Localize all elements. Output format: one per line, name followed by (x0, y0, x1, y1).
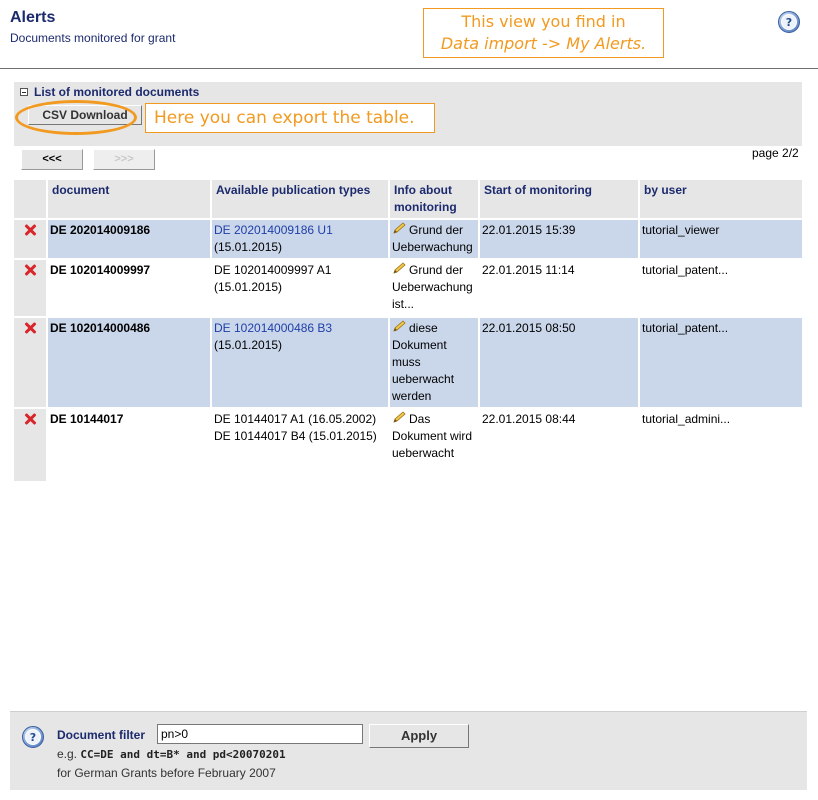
delete-cell (14, 218, 46, 258)
publication-text: DE 102014009997 A1 (214, 263, 332, 277)
previous-page-button[interactable]: <<< (21, 149, 83, 170)
document-filter-bar: ? Document filter Apply e.g. CC=DE and d… (10, 711, 807, 790)
csv-download-button[interactable]: CSV Download (28, 105, 142, 125)
delete-icon[interactable] (24, 322, 36, 334)
panel-title-label: List of monitored documents (34, 85, 200, 99)
header-start[interactable]: Start of monitoring (478, 180, 638, 218)
publication-cell: DE 102014000486 B3 (15.01.2015) (210, 316, 388, 407)
publication-date: (15.01.2015) (214, 338, 283, 352)
document-cell: DE 102014009997 (46, 258, 210, 316)
user-cell: tutorial_patent... (638, 258, 802, 316)
publication-date: (15.01.2015) (214, 240, 283, 254)
table-row: DE 202014009186 DE 202014009186 U1 (15.01… (14, 218, 802, 258)
header-document[interactable]: document (46, 180, 210, 218)
header-user[interactable]: by user (638, 180, 802, 218)
help-icon[interactable]: ? (778, 11, 800, 33)
table-row: DE 10144017 DE 10144017 A1 (16.05.2002) D… (14, 407, 802, 481)
delete-icon[interactable] (24, 264, 36, 276)
next-page-button: >>> (93, 149, 155, 170)
pencil-icon[interactable] (392, 320, 407, 333)
delete-cell (14, 407, 46, 481)
start-cell: 22.01.2015 08:44 (478, 407, 638, 481)
document-cell: DE 202014009186 (46, 218, 210, 258)
annotation-line-1: This view you find in (461, 12, 626, 31)
header-publication-types[interactable]: Available publication types (210, 180, 388, 218)
table-header-row: document Available publication types Inf… (14, 180, 802, 218)
delete-cell (14, 258, 46, 316)
document-cell: DE 102014000486 (46, 316, 210, 407)
pencil-icon[interactable] (392, 262, 407, 275)
start-cell: 22.01.2015 11:14 (478, 258, 638, 316)
annotation-navigation-hint: This view you find in Data import -> My … (423, 8, 664, 58)
pencil-icon[interactable] (392, 222, 407, 235)
table-row: DE 102014009997 DE 102014009997 A1 (15.01… (14, 258, 802, 316)
annotation-export-hint: Here you can export the table. (145, 103, 435, 133)
info-cell: Das Dokument wird ueberwacht (388, 407, 478, 481)
apply-button[interactable]: Apply (369, 724, 469, 748)
publication-link[interactable]: DE 202014009186 U1 (214, 223, 333, 237)
info-text: diese Dokument muss ueberwacht werden (392, 321, 455, 403)
table-row: DE 102014000486 DE 102014000486 B3 (15.01… (14, 316, 802, 407)
publication-text: DE 10144017 A1 (16.05.2002) (214, 412, 377, 426)
filter-label: Document filter (57, 728, 146, 742)
publication-cell: DE 202014009186 U1 (15.01.2015) (210, 218, 388, 258)
document-filter-input[interactable] (157, 724, 363, 744)
delete-icon[interactable] (24, 224, 36, 236)
pencil-icon[interactable] (392, 411, 407, 424)
filter-help-icon[interactable]: ? (22, 726, 44, 748)
document-cell: DE 10144017 (46, 407, 210, 481)
start-cell: 22.01.2015 08:50 (478, 316, 638, 407)
publication-date: (15.01.2015) (214, 280, 283, 294)
page-subtitle: Documents monitored for grant (10, 31, 176, 45)
publication-date: DE 10144017 B4 (15.01.2015) (214, 429, 377, 443)
publication-link[interactable]: DE 102014000486 B3 (214, 321, 332, 335)
user-cell: tutorial_admini... (638, 407, 802, 481)
panel-title[interactable]: List of monitored documents (20, 85, 199, 99)
filter-example-description: for German Grants before February 2007 (57, 766, 276, 780)
collapse-icon[interactable] (20, 88, 28, 96)
filter-example-code: CC=DE and dt=B* and pd<20070201 (80, 748, 286, 761)
user-cell: tutorial_patent... (638, 316, 802, 407)
delete-cell (14, 316, 46, 407)
page-title: Alerts (10, 9, 56, 26)
header-info[interactable]: Info about monitoring (388, 180, 478, 218)
monitored-documents-table: document Available publication types Inf… (14, 180, 802, 481)
filter-example: e.g. CC=DE and dt=B* and pd<20070201 (57, 747, 286, 761)
info-cell: diese Dokument muss ueberwacht werden (388, 316, 478, 407)
user-cell: tutorial_viewer (638, 218, 802, 258)
info-cell: Grund der Ueberwachung (388, 218, 478, 258)
page-indicator: page 2/2 (752, 146, 799, 160)
publication-cell: DE 102014009997 A1 (15.01.2015) (210, 258, 388, 316)
filter-example-prefix: e.g. (57, 747, 78, 761)
delete-icon[interactable] (24, 413, 36, 425)
annotation-line-2: Data import -> My Alerts. (440, 34, 647, 53)
start-cell: 22.01.2015 15:39 (478, 218, 638, 258)
info-cell: Grund der Ueberwachung ist... (388, 258, 478, 316)
header-delete (14, 180, 46, 218)
page-header: Alerts Documents monitored for grant ? (0, 0, 818, 69)
publication-cell: DE 10144017 A1 (16.05.2002) DE 10144017 B… (210, 407, 388, 481)
